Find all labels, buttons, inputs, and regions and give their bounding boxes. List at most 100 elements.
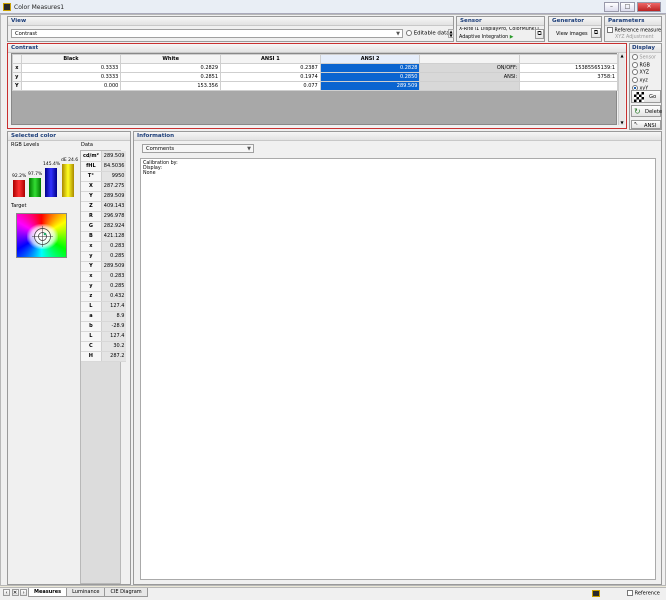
go-button[interactable]: Go	[631, 90, 661, 103]
data-row: cd/m² 289.509	[81, 151, 127, 162]
data-row-label: y	[81, 281, 102, 292]
scroll-up-icon[interactable]: ▲	[619, 53, 625, 58]
view-panel-title: View	[8, 17, 453, 26]
green-bar	[29, 178, 41, 197]
close-button[interactable]: ✕	[637, 2, 661, 12]
data-row: L 127.4	[81, 301, 127, 312]
play-icon[interactable]: ▶	[510, 35, 514, 40]
parameters-panel: Parameters Reference measure XYZ Adjustm…	[604, 16, 662, 42]
reference-measure-toggle[interactable]	[607, 27, 613, 33]
editable-data-checkbox[interactable]: Editable data	[406, 30, 450, 37]
data-row-value: 0.285	[101, 281, 127, 292]
xyz-adjustment[interactable]: XYZ Adjustment	[615, 35, 654, 40]
delete-button[interactable]: ↻ Delete	[631, 105, 663, 117]
tab-cie-diagram[interactable]: CIE Diagram	[104, 588, 148, 597]
data-row-value: 127.4	[101, 301, 127, 312]
table-cell[interactable]: 153.356	[120, 81, 222, 91]
table-cell[interactable]: 0.2850	[319, 72, 421, 82]
col-header-black[interactable]: Black	[20, 54, 122, 64]
col-header-ansi2[interactable]: ANSI 2	[319, 54, 421, 64]
contrast-scrollbar[interactable]: ▲ ▼	[618, 53, 625, 125]
display-option-xyz-lower[interactable]: xyz	[632, 77, 656, 85]
display-option-xyz-upper[interactable]: XYZ	[632, 69, 656, 77]
reference-measure-checkbox[interactable]: Reference measure	[607, 27, 661, 34]
table-cell[interactable]: 0.000	[20, 81, 122, 91]
data-row-label: G	[81, 221, 102, 232]
generator-panel: Generator View images ⧉	[548, 16, 602, 42]
table-cell[interactable]: 0.3333	[20, 72, 122, 82]
chevron-down-icon: ▼	[247, 146, 251, 152]
display-option-sensor[interactable]: Sensor	[632, 54, 656, 62]
ansi-button[interactable]: ↖ ANSI	[631, 120, 661, 129]
table-cell[interactable]: 0.3333	[20, 63, 122, 73]
comments-dropdown[interactable]: Comments ▼	[142, 144, 254, 153]
data-row-label: T°	[81, 171, 102, 182]
data-row-value: 282.924	[101, 221, 127, 232]
sensor-mode[interactable]: Adaptive Integration ▶	[459, 35, 513, 40]
tab-first-icon[interactable]: ‹	[3, 589, 10, 596]
tab-close-icon[interactable]: ✕	[11, 589, 19, 596]
table-cell[interactable]: 0.2828	[319, 63, 421, 73]
display-options: Sensor RGB XYZ xyz xyY	[632, 54, 656, 93]
minimize-button[interactable]: –	[604, 2, 619, 12]
data-row-label: H	[81, 351, 102, 362]
view-dropdown[interactable]: Contrast ▼	[11, 29, 403, 38]
data-row-value: 287.2	[101, 351, 127, 362]
tab-measures[interactable]: Measures	[28, 588, 68, 597]
col-header-white[interactable]: White	[120, 54, 222, 64]
parameters-panel-title: Parameters	[605, 17, 661, 26]
table-row: Y 0.000 153.356 0.077 289.509	[12, 81, 618, 91]
table-cell[interactable]: 0.2851	[120, 72, 222, 82]
generator-settings-icon[interactable]: ⧉	[591, 28, 601, 38]
comments-dropdown-value: Comments	[146, 146, 175, 152]
data-row: b -28.9	[81, 321, 127, 332]
maximize-button[interactable]: □	[620, 2, 635, 12]
view-spinner[interactable]: ▲ ▼	[448, 29, 454, 38]
title-bar: Color Measures1 – □ ✕	[0, 0, 666, 14]
data-row: R 296.978	[81, 211, 127, 222]
table-cell[interactable]: 0.1974	[220, 72, 321, 82]
table-cell[interactable]: 289.509	[319, 81, 421, 91]
data-row: B 421.128	[81, 231, 127, 242]
display-option-rgb[interactable]: RGB	[632, 61, 656, 70]
red-bar	[13, 180, 25, 197]
data-row-value: 0.283	[101, 241, 127, 252]
data-row-value: 9950	[101, 171, 127, 182]
reference-toggle[interactable]	[627, 590, 633, 596]
view-images-button[interactable]: View images	[556, 31, 588, 37]
data-row-label: Z	[81, 201, 102, 212]
target-color-wheel	[16, 213, 67, 258]
delete-label: Delete	[645, 109, 663, 115]
table-cell[interactable]: 0.077	[220, 81, 321, 91]
col-header-ansi1[interactable]: ANSI 1	[220, 54, 321, 64]
data-row-value: 289.509	[101, 191, 127, 202]
contrast-value: 15385565139:1	[519, 63, 618, 73]
tab-next-icon[interactable]: ›	[20, 589, 28, 596]
contrast-grid-area: Black White ANSI 1 ANSI 2 x 0.3333 0.282…	[11, 53, 618, 125]
data-row: fHL 84.5036	[81, 161, 127, 172]
target-label: Target	[11, 203, 27, 209]
contrast-label: ANSI:	[419, 72, 521, 82]
data-row-value: 0.283	[101, 271, 127, 282]
sensor-status-icon	[592, 590, 600, 597]
scroll-down-icon[interactable]: ▼	[619, 120, 625, 125]
editable-data-toggle[interactable]	[406, 30, 412, 36]
contrast-panel: Contrast Black White ANSI 1 ANSI 2 x 0.3…	[7, 43, 627, 129]
data-row: X 287.275	[81, 181, 127, 192]
table-cell[interactable]: 0.2829	[120, 63, 222, 73]
sensor-settings-icon[interactable]: ⧉	[535, 29, 544, 39]
data-row-value: 84.5036	[101, 161, 127, 172]
data-row-value: 30.2	[101, 341, 127, 352]
row-header: x	[12, 63, 22, 73]
delta-e-label: dE 24.6	[61, 158, 79, 163]
table-cell[interactable]: 0.2387	[220, 63, 321, 73]
reference-checkbox[interactable]: Reference	[627, 590, 660, 597]
data-row: y 0.285	[81, 281, 127, 292]
information-title: Information	[134, 132, 661, 141]
go-label: Go	[649, 94, 657, 100]
data-row-value: 127.4	[101, 331, 127, 342]
data-row: Y 289.509	[81, 261, 127, 272]
selected-color-panel: Selected color RGB Levels Data 92.2% 97.…	[7, 131, 131, 585]
comments-textarea[interactable]: Calibration by: Display: None	[140, 158, 656, 580]
tab-luminance[interactable]: Luminance	[66, 588, 106, 597]
